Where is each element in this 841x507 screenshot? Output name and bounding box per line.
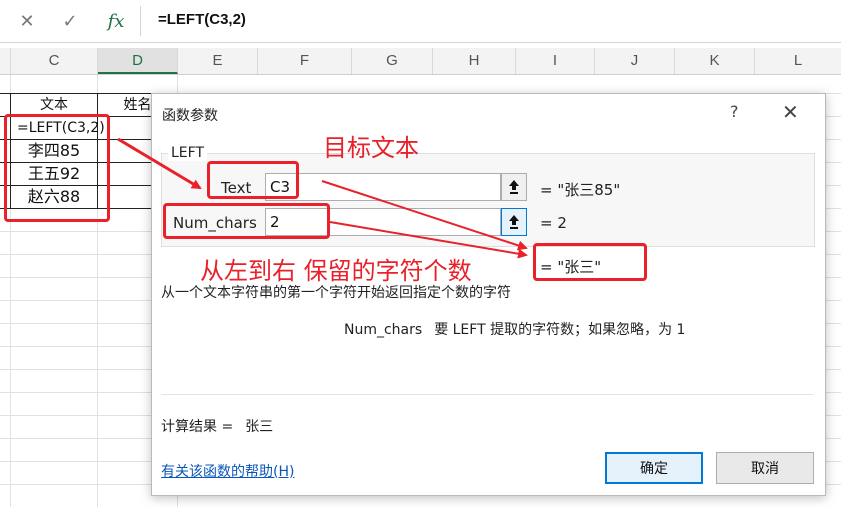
calc-result-value: 张三 bbox=[245, 419, 274, 435]
annotation-box-num-chars bbox=[163, 203, 330, 239]
argument-description-name: Num_chars bbox=[344, 322, 423, 338]
argument-description: Num_chars 要 LEFT 提取的字符数；如果忽略，为 1 bbox=[344, 319, 685, 339]
function-arguments-dialog: 函数参数 ? ✕ LEFT Text C3 = "张三85" Num_chars… bbox=[151, 93, 826, 496]
annotation-box-result bbox=[533, 243, 647, 281]
formula-bar: ✕ ✓ fx =LEFT(C3,2) bbox=[0, 0, 841, 43]
annotation-box-text-label bbox=[207, 161, 299, 199]
text-arg-input[interactable]: C3 bbox=[265, 173, 501, 201]
num-chars-collapse-ref-button[interactable] bbox=[501, 208, 527, 236]
dialog-divider bbox=[161, 394, 813, 395]
confirm-formula-icon[interactable]: ✓ bbox=[57, 8, 83, 34]
argument-description-text: 要 LEFT 提取的字符数；如果忽略，为 1 bbox=[434, 322, 686, 338]
annotation-keep-left: 从左到右 保留的字符个数 bbox=[200, 257, 472, 285]
dialog-title: 函数参数 bbox=[162, 108, 218, 124]
function-help-link[interactable]: 有关该函数的帮助(H) bbox=[161, 461, 294, 481]
insert-function-icon[interactable]: fx bbox=[103, 8, 129, 34]
cell-c2[interactable]: 文本 bbox=[11, 94, 97, 116]
formula-input[interactable]: =LEFT(C3,2) bbox=[158, 11, 246, 28]
cancel-button[interactable]: 取消 bbox=[716, 452, 814, 484]
column-header-g[interactable]: G bbox=[352, 48, 433, 74]
range-select-icon bbox=[509, 180, 519, 194]
column-header-c[interactable]: C bbox=[11, 48, 98, 74]
ok-button[interactable]: 确定 bbox=[605, 452, 703, 484]
formula-bar-separator bbox=[140, 6, 141, 36]
annotation-box-data bbox=[4, 114, 110, 222]
column-header-k[interactable]: K bbox=[675, 48, 755, 74]
column-header-h[interactable]: H bbox=[433, 48, 516, 74]
calc-result-label: 计算结果 = bbox=[161, 419, 234, 435]
column-header-f[interactable]: F bbox=[258, 48, 352, 74]
calculation-result: 计算结果 = 张三 bbox=[161, 416, 273, 436]
annotation-target-text: 目标文本 bbox=[323, 134, 419, 162]
range-select-icon bbox=[509, 215, 519, 229]
column-header-row: C D E F G H I J K L bbox=[0, 48, 841, 75]
column-header-d[interactable]: D bbox=[98, 48, 178, 74]
column-header-b[interactable] bbox=[0, 48, 11, 74]
column-header-j[interactable]: J bbox=[595, 48, 675, 74]
cancel-formula-icon[interactable]: ✕ bbox=[14, 8, 40, 34]
text-collapse-ref-button[interactable] bbox=[501, 173, 527, 201]
column-header-e[interactable]: E bbox=[178, 48, 258, 74]
text-arg-result: = "张三85" bbox=[540, 181, 621, 199]
column-header-i[interactable]: I bbox=[516, 48, 595, 74]
close-icon[interactable]: ✕ bbox=[782, 100, 799, 124]
column-header-l[interactable]: L bbox=[755, 48, 841, 74]
function-name: LEFT bbox=[168, 145, 208, 161]
num-chars-arg-result: = 2 bbox=[540, 214, 567, 232]
help-icon[interactable]: ? bbox=[730, 102, 739, 121]
